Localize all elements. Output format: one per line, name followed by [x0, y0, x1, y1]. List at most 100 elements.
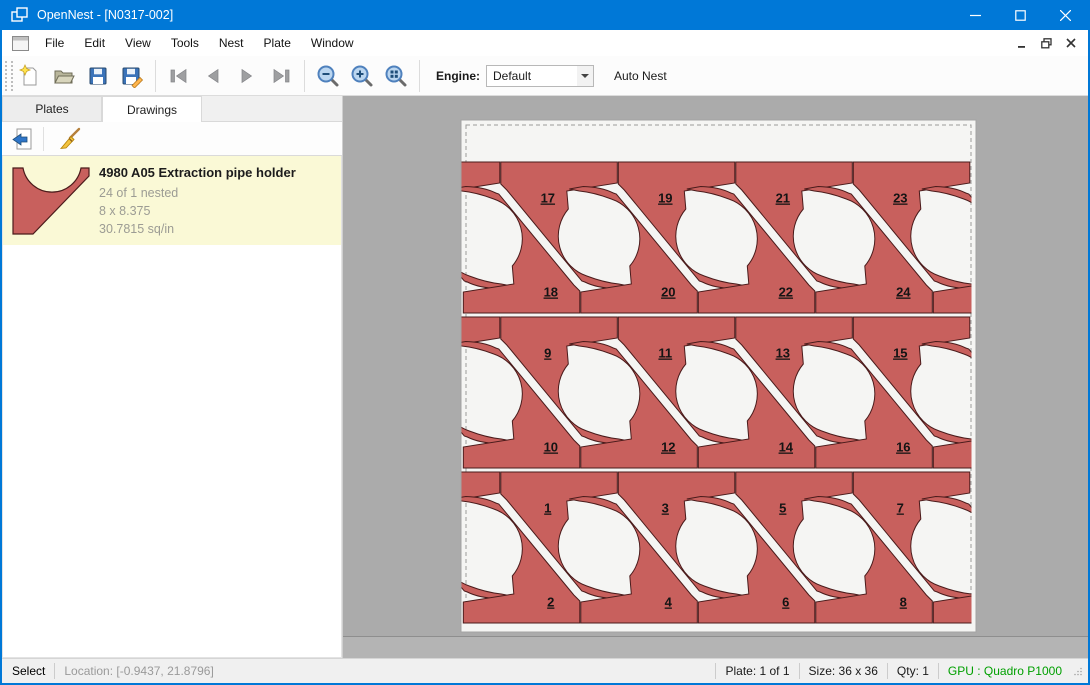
- go-next-icon: [235, 64, 259, 88]
- app-icon: [11, 7, 29, 23]
- menu-view[interactable]: View: [115, 30, 161, 56]
- status-separator: [938, 663, 939, 679]
- tab-row: Plates Drawings: [2, 96, 342, 122]
- part-number-label[interactable]: 21: [776, 191, 790, 206]
- part-number-label[interactable]: 11: [658, 346, 672, 361]
- part-number-label[interactable]: 23: [893, 191, 907, 206]
- engine-select[interactable]: Default: [486, 65, 594, 87]
- drawing-dimensions: 8 x 8.375: [99, 202, 296, 220]
- engine-label: Engine:: [436, 69, 480, 83]
- tab-plates[interactable]: Plates: [2, 96, 102, 121]
- part-number-label[interactable]: 12: [661, 440, 675, 455]
- drawing-list-item[interactable]: 4980 A05 Extraction pipe holder 24 of 1 …: [3, 156, 341, 245]
- minimize-icon: [970, 10, 981, 21]
- zoom-out-button[interactable]: [313, 61, 343, 91]
- menu-bar: File Edit View Tools Nest Plate Window: [2, 30, 1088, 56]
- part-number-label[interactable]: 15: [893, 346, 907, 361]
- part-number-label[interactable]: 5: [779, 501, 786, 516]
- status-plate: Plate: 1 of 1: [725, 664, 789, 678]
- toolbar-grip[interactable]: [5, 61, 13, 91]
- part-number-label[interactable]: 17: [541, 191, 555, 206]
- drawing-title: 4980 A05 Extraction pipe holder: [99, 165, 296, 180]
- save-as-button[interactable]: [117, 61, 147, 91]
- broom-icon: [57, 126, 83, 152]
- zoom-in-icon: [350, 64, 374, 88]
- part-number-label[interactable]: 1: [544, 501, 551, 516]
- go-first-icon: [167, 64, 191, 88]
- part-number-label[interactable]: 18: [544, 285, 558, 300]
- part-number-label[interactable]: 6: [782, 595, 789, 610]
- part-number-label[interactable]: 14: [779, 440, 794, 455]
- tab-drawings[interactable]: Drawings: [102, 96, 202, 122]
- part-number-label[interactable]: 7: [897, 501, 904, 516]
- mdi-restore-icon[interactable]: [1041, 38, 1052, 49]
- menu-tools[interactable]: Tools: [161, 30, 209, 56]
- close-icon: [1060, 10, 1071, 21]
- minimize-button[interactable]: [953, 0, 998, 30]
- part-thumbnail: [3, 156, 99, 245]
- mdi-minimize-icon[interactable]: [1017, 38, 1027, 48]
- part-number-label[interactable]: 16: [896, 440, 910, 455]
- status-size: Size: 36 x 36: [809, 664, 878, 678]
- auto-nest-button[interactable]: Auto Nest: [608, 65, 673, 87]
- toolbar-separator: [155, 60, 156, 92]
- menu-file[interactable]: File: [35, 30, 74, 56]
- status-gpu: GPU : Quadro P1000: [948, 664, 1062, 678]
- close-button[interactable]: [1043, 0, 1088, 30]
- go-last-button[interactable]: [266, 61, 296, 91]
- part-number-label[interactable]: 20: [661, 285, 675, 300]
- horizontal-scrollbar[interactable]: [343, 636, 1088, 658]
- app-window: OpenNest - [N0317-002] File Edit View To…: [0, 0, 1090, 685]
- menu-edit[interactable]: Edit: [74, 30, 115, 56]
- open-icon: [52, 64, 76, 88]
- part-number-label[interactable]: 8: [900, 595, 907, 610]
- go-previous-icon: [201, 64, 225, 88]
- nest-canvas[interactable]: 171819202122232491011121314151612345678: [343, 96, 1088, 658]
- menu-plate[interactable]: Plate: [254, 30, 301, 56]
- go-last-icon: [269, 64, 293, 88]
- go-first-button[interactable]: [164, 61, 194, 91]
- menu-window[interactable]: Window: [301, 30, 364, 56]
- status-location: Location: [-0.9437, 21.8796]: [64, 664, 213, 678]
- status-separator: [715, 663, 716, 679]
- menu-nest[interactable]: Nest: [209, 30, 254, 56]
- status-separator: [54, 663, 55, 679]
- maximize-icon: [1015, 10, 1026, 21]
- part-number-label[interactable]: 13: [776, 346, 790, 361]
- clean-button[interactable]: [55, 125, 85, 153]
- save-button[interactable]: [83, 61, 113, 91]
- status-separator: [799, 663, 800, 679]
- chevron-down-icon[interactable]: [577, 66, 593, 86]
- part-number-label[interactable]: 2: [547, 595, 554, 610]
- title-bar: OpenNest - [N0317-002]: [2, 0, 1088, 30]
- status-qty: Qty: 1: [897, 664, 929, 678]
- mdi-document-icon[interactable]: [12, 36, 29, 51]
- part-number-label[interactable]: 19: [658, 191, 672, 206]
- return-arrow-icon: [10, 126, 36, 152]
- drawings-toolbar: [2, 122, 342, 156]
- zoom-fit-icon: [384, 64, 408, 88]
- drawing-nested-count: 24 of 1 nested: [99, 184, 296, 202]
- resize-grip[interactable]: [1072, 667, 1084, 679]
- mdi-close-icon[interactable]: [1066, 38, 1076, 48]
- return-to-plates-button[interactable]: [8, 125, 38, 153]
- zoom-in-button[interactable]: [347, 61, 377, 91]
- status-mode: Select: [12, 664, 45, 678]
- maximize-button[interactable]: [998, 0, 1043, 30]
- part-number-label[interactable]: 10: [544, 440, 558, 455]
- engine-value: Default: [487, 69, 577, 83]
- part-thumbnail-shape: [10, 165, 92, 237]
- go-next-button[interactable]: [232, 61, 262, 91]
- part-number-label[interactable]: 3: [662, 501, 669, 516]
- open-button[interactable]: [49, 61, 79, 91]
- save-icon: [86, 64, 110, 88]
- part-number-label[interactable]: 24: [896, 285, 911, 300]
- new-button[interactable]: [15, 61, 45, 91]
- panel-toolbar-separator: [43, 127, 44, 151]
- go-previous-button[interactable]: [198, 61, 228, 91]
- part-number-label[interactable]: 22: [779, 285, 793, 300]
- main-toolbar: Engine: Default Auto Nest: [2, 56, 1088, 96]
- part-number-label[interactable]: 4: [665, 595, 673, 610]
- part-number-label[interactable]: 9: [544, 346, 551, 361]
- zoom-fit-button[interactable]: [381, 61, 411, 91]
